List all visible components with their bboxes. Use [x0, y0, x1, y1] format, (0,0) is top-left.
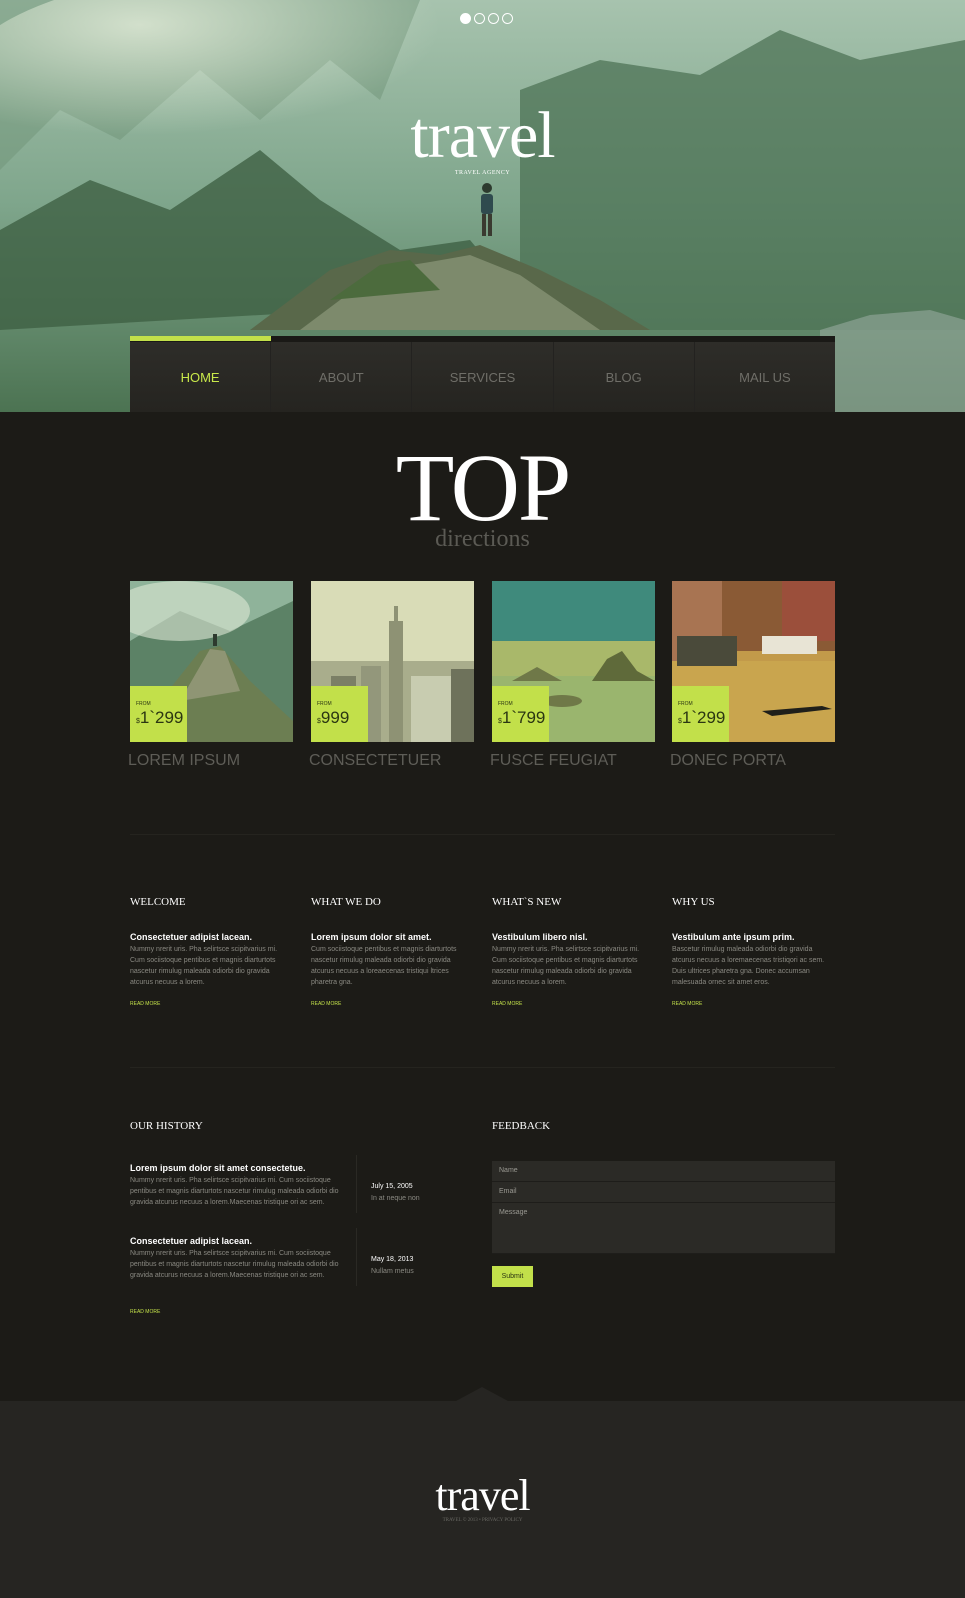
- feature-text: Bascetur rimulug maleada odiorbi dio gra…: [672, 946, 825, 986]
- history-divider: [356, 1228, 357, 1286]
- slider-dot[interactable]: [460, 13, 471, 24]
- price-from-label: FROM: [317, 701, 332, 707]
- feature-text: Nummy nrerit uris. Pha selirtsce scipitv…: [492, 946, 640, 986]
- slider-dot[interactable]: [502, 13, 513, 24]
- site-logo[interactable]: travel: [0, 103, 965, 169]
- read-more-link[interactable]: READ MORE: [130, 1309, 160, 1315]
- history-text: Nummy nrerit uris. Pha selirtsce scipitv…: [130, 1177, 339, 1206]
- section-divider: [130, 1067, 835, 1068]
- price-from-label: FROM: [498, 701, 513, 707]
- main-nav: HOME ABOUT SERVICES BLOG MAIL US: [130, 336, 836, 412]
- history-date: May 18, 2013: [371, 1256, 414, 1263]
- feature-heading: Lorem ipsum dolor sit amet.: [311, 932, 432, 942]
- direction-card[interactable]: FROM $999 CONSECTETUER: [309, 581, 474, 770]
- direction-name[interactable]: CONSECTETUER: [309, 752, 474, 770]
- footer-logo[interactable]: travel: [0, 1474, 965, 1518]
- feature-title: WHY US: [672, 896, 715, 908]
- direction-card[interactable]: FROM $1`299 DONEC PORTA: [670, 581, 835, 770]
- feature-whats-new: WHAT`S NEW Vestibulum libero nisl. Nummy…: [492, 896, 657, 1007]
- history-heading: Consectetuer adipist lacean.: [130, 1236, 253, 1246]
- read-more-link[interactable]: READ MORE: [311, 1001, 341, 1007]
- direction-name[interactable]: FUSCE FEUGIAT: [490, 752, 655, 770]
- feature-title: WELCOME: [130, 896, 186, 908]
- history-divider: [356, 1155, 357, 1213]
- feature-heading: Vestibulum libero nisl.: [492, 932, 588, 942]
- read-more-link[interactable]: READ MORE: [492, 1001, 522, 1007]
- history-note: Nullam metus: [371, 1268, 414, 1275]
- site-tagline: TRAVEL AGENCY: [454, 170, 511, 176]
- price-badge: FROM $1`799: [492, 686, 549, 742]
- direction-card[interactable]: FROM $1`299 LOREM IPSUM: [128, 581, 293, 770]
- history-entry: Lorem ipsum dolor sit amet consectetue. …: [130, 1155, 470, 1213]
- history-date: July 15, 2005: [371, 1183, 413, 1190]
- message-field[interactable]: Message: [492, 1203, 835, 1254]
- feature-text: Cum sociistoque pentibus et magnis diart…: [311, 946, 457, 986]
- slider-dots: [460, 13, 513, 24]
- direction-image-bay[interactable]: FROM $1`799: [492, 581, 655, 742]
- read-more-link[interactable]: READ MORE: [672, 1001, 702, 1007]
- history-text: Nummy nrerit uris. Pha selirtsce scipitv…: [130, 1250, 339, 1279]
- price-badge: FROM $1`299: [130, 686, 187, 742]
- price-badge: FROM $999: [311, 686, 368, 742]
- nav-item-about[interactable]: ABOUT: [271, 342, 413, 412]
- slider-dot[interactable]: [488, 13, 499, 24]
- footer-copyright: TRAVEL © 2013 • PRIVACY POLICY: [442, 1518, 523, 1523]
- history-title: OUR HISTORY: [130, 1120, 203, 1132]
- direction-image-city[interactable]: FROM $999: [311, 581, 474, 742]
- submit-button[interactable]: Submit: [492, 1266, 533, 1287]
- direction-name[interactable]: DONEC PORTA: [670, 752, 835, 770]
- history-note: In at neque non: [371, 1195, 420, 1202]
- email-field[interactable]: Email: [492, 1182, 835, 1203]
- nav-item-blog[interactable]: BLOG: [553, 342, 695, 412]
- feature-title: WHAT`S NEW: [492, 896, 562, 908]
- price-value: $999: [317, 708, 350, 727]
- direction-image-venice[interactable]: FROM $1`299: [672, 581, 835, 742]
- price-value: $1`299: [678, 708, 726, 727]
- section-subtitle-directions: directions: [435, 526, 530, 552]
- direction-card[interactable]: FROM $1`799 FUSCE FEUGIAT: [490, 581, 655, 770]
- price-value: $1`299: [136, 708, 184, 727]
- price-badge: FROM $1`299: [672, 686, 729, 742]
- footer-notch: [456, 1387, 508, 1401]
- nav-active-indicator: [130, 336, 271, 341]
- price-from-label: FROM: [678, 701, 693, 707]
- price-from-label: FROM: [136, 701, 151, 707]
- history-heading: Lorem ipsum dolor sit amet consectetue.: [130, 1163, 306, 1173]
- feature-heading: Vestibulum ante ipsum prim.: [672, 932, 795, 942]
- nav-item-services[interactable]: SERVICES: [412, 342, 554, 412]
- section-divider: [130, 834, 835, 835]
- slider-dot[interactable]: [474, 13, 485, 24]
- feedback-title: FEEDBACK: [492, 1120, 551, 1132]
- nav-item-home[interactable]: HOME: [130, 342, 272, 412]
- feature-title: WHAT WE DO: [311, 896, 381, 908]
- price-value: $1`799: [498, 708, 546, 727]
- feature-text: Nummy nrerit uris. Pha selirtsce scipitv…: [130, 946, 278, 986]
- feature-heading: Consectetuer adipist lacean.: [130, 932, 253, 942]
- nav-item-mail-us[interactable]: MAIL US: [694, 342, 836, 412]
- section-title-top: TOP: [395, 434, 572, 541]
- name-field[interactable]: Name: [492, 1161, 835, 1182]
- direction-image-mountain[interactable]: FROM $1`299: [130, 581, 293, 742]
- direction-name[interactable]: LOREM IPSUM: [128, 752, 293, 770]
- feature-what-we-do: WHAT WE DO Lorem ipsum dolor sit amet. C…: [311, 896, 476, 1007]
- feature-welcome: WELCOME Consectetuer adipist lacean. Num…: [130, 896, 295, 1007]
- feature-why-us: WHY US Vestibulum ante ipsum prim. Basce…: [672, 896, 837, 1007]
- history-entry: Consectetuer adipist lacean. Nummy nreri…: [130, 1228, 470, 1286]
- read-more-link[interactable]: READ MORE: [130, 1001, 160, 1007]
